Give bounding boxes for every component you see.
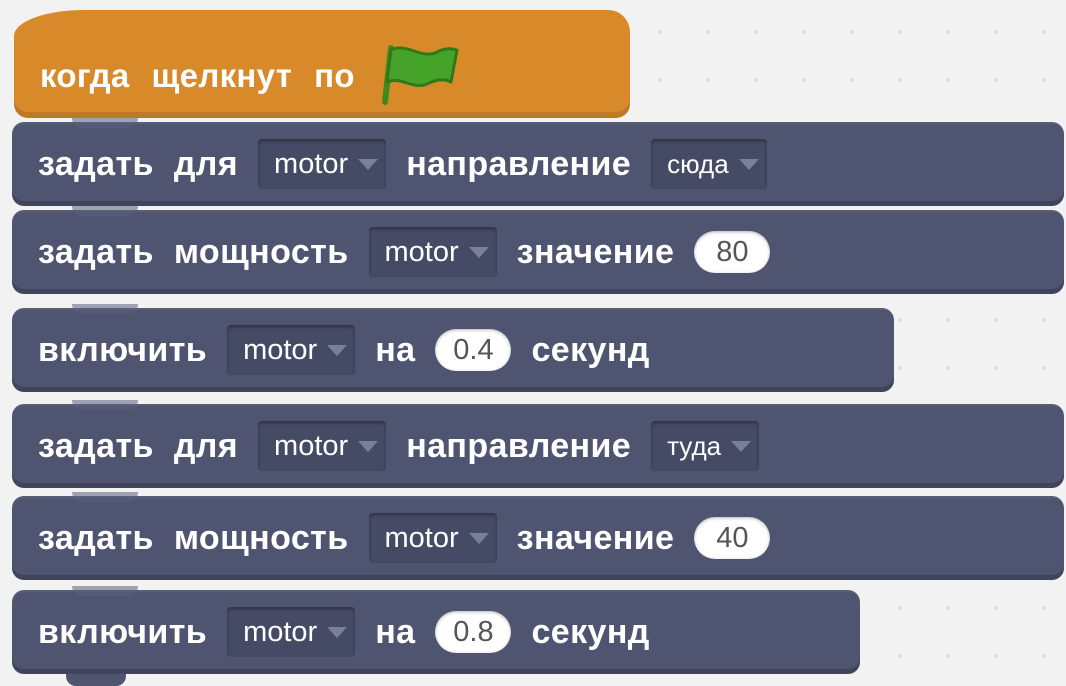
hat-word-on: по (314, 57, 355, 94)
block-keyword: задать (38, 144, 154, 183)
block-keyword: мощность (173, 518, 349, 557)
set-motor-power-block[interactable]: задать мощность motor значение 80 (12, 206, 1064, 294)
dropdown-arrow-icon (468, 532, 489, 544)
dropdown-arrow-icon (738, 158, 759, 170)
seconds-value-input[interactable]: 0.8 (435, 611, 512, 653)
set-motor-direction-block[interactable]: задать для motor направление сюда (12, 118, 1064, 206)
block-keyword: на (375, 612, 416, 651)
dropdown-value: motor (384, 521, 459, 554)
dropdown-arrow-icon (358, 440, 379, 452)
dropdown-value: motor (274, 147, 349, 180)
motor-dropdown[interactable]: motor (258, 421, 387, 471)
seconds-value-input[interactable]: 0.4 (435, 329, 512, 371)
block-keyword: для (173, 144, 239, 183)
dropdown-arrow-icon (468, 246, 489, 258)
dropdown-value: туда (667, 430, 722, 461)
block-keyword: значение (516, 232, 675, 271)
motor-dropdown[interactable]: motor (227, 607, 356, 657)
block-keyword: включить (38, 330, 208, 369)
block-keyword: значение (516, 518, 675, 557)
block-keyword: секунд (531, 330, 650, 369)
motor-dropdown[interactable]: motor (368, 227, 497, 277)
set-motor-power-block[interactable]: задать мощность motor значение 40 (12, 492, 1064, 580)
hat-word-clicked: щелкнут (151, 57, 293, 94)
block-keyword: направление (406, 144, 632, 183)
run-motor-for-seconds-block[interactable]: включить motor на 0.4 секунд (12, 304, 894, 392)
dropdown-value: motor (384, 235, 459, 268)
direction-dropdown[interactable]: сюда (651, 139, 767, 189)
hat-word-when: когда (40, 57, 130, 94)
block-keyword: задать (38, 232, 154, 271)
dropdown-arrow-icon (731, 440, 752, 452)
dropdown-arrow-icon (327, 344, 348, 356)
dropdown-value: motor (243, 615, 318, 648)
block-keyword: включить (38, 612, 208, 651)
power-value-input[interactable]: 80 (694, 231, 771, 273)
block-keyword: задать (38, 518, 154, 557)
motor-dropdown[interactable]: motor (258, 139, 387, 189)
power-value-input[interactable]: 40 (694, 517, 771, 559)
block-keyword: для (173, 426, 239, 465)
set-motor-direction-block[interactable]: задать для motor направление туда (12, 400, 1064, 488)
block-keyword: секунд (531, 612, 650, 651)
dropdown-arrow-icon (358, 158, 379, 170)
when-flag-clicked-block[interactable]: когда щелкнут по (14, 10, 630, 118)
dropdown-arrow-icon (327, 626, 348, 638)
motor-dropdown[interactable]: motor (368, 513, 497, 563)
block-bottom-tab (66, 674, 126, 686)
direction-dropdown[interactable]: туда (651, 421, 760, 471)
green-flag-icon (377, 42, 463, 111)
block-keyword: задать (38, 426, 154, 465)
run-motor-for-seconds-block[interactable]: включить motor на 0.8 секунд (12, 586, 860, 674)
dropdown-value: сюда (667, 148, 729, 179)
dropdown-value: motor (243, 333, 318, 366)
scripts-workspace[interactable]: когда щелкнут по задать для motor направ… (0, 0, 1066, 686)
motor-dropdown[interactable]: motor (227, 325, 356, 375)
block-keyword: направление (406, 426, 632, 465)
dropdown-value: motor (274, 429, 349, 462)
block-keyword: мощность (173, 232, 349, 271)
block-keyword: на (375, 330, 416, 369)
